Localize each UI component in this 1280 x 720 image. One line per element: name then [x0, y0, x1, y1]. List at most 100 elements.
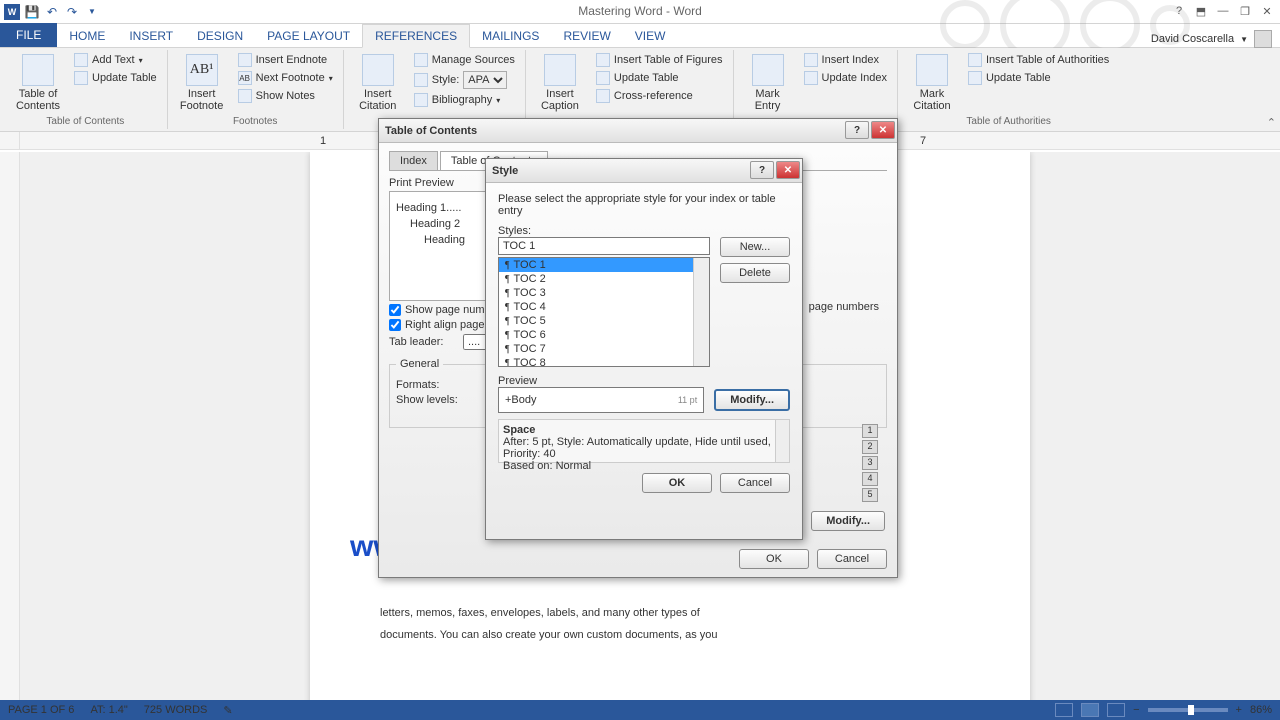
- restore-icon[interactable]: ❐: [1236, 2, 1254, 20]
- help-icon[interactable]: ?: [1170, 2, 1188, 20]
- update-toa-button[interactable]: Update Table: [964, 70, 1113, 86]
- window-controls: ? ⬒ — ❐ ✕: [1170, 2, 1276, 20]
- delete-button[interactable]: Delete: [720, 263, 790, 283]
- avatar: [1254, 30, 1272, 48]
- next-footnote-button[interactable]: ABNext Footnote ▾: [234, 70, 337, 86]
- scrollbar[interactable]: [775, 420, 789, 462]
- insert-index-button[interactable]: Insert Index: [800, 52, 891, 68]
- modify-style-button[interactable]: Modify...: [714, 389, 790, 411]
- word-count[interactable]: 725 WORDS: [144, 704, 208, 716]
- table-of-contents-button[interactable]: Table of Contents: [10, 52, 66, 114]
- vertical-ruler: [0, 152, 20, 700]
- style-dialog: Style ? ✕ Please select the appropriate …: [485, 158, 803, 540]
- citation-style-select[interactable]: Style:APA: [410, 70, 519, 90]
- tab-insert[interactable]: INSERT: [117, 25, 185, 47]
- bibliography-button[interactable]: Bibliography ▾: [410, 92, 519, 108]
- dialog-title-bar[interactable]: Table of Contents ? ✕: [379, 119, 897, 143]
- group-label: Table of Contents: [10, 114, 161, 127]
- list-item: ¶TOC 4: [499, 300, 709, 314]
- group-label: Table of Authorities: [904, 114, 1113, 127]
- collapse-ribbon-icon[interactable]: ⌃: [1267, 116, 1276, 129]
- tab-references[interactable]: REFERENCES: [362, 24, 470, 48]
- print-layout-icon[interactable]: [1081, 703, 1099, 717]
- position-indicator: AT: 1.4": [90, 704, 127, 716]
- dialog-title-bar[interactable]: Style ? ✕: [486, 159, 802, 183]
- mark-entry-button[interactable]: Mark Entry: [740, 52, 796, 114]
- insert-citation-button[interactable]: Insert Citation: [350, 52, 406, 114]
- insert-endnote-button[interactable]: Insert Endnote: [234, 52, 337, 68]
- redo-icon[interactable]: ↷: [64, 4, 80, 20]
- tab-view[interactable]: VIEW: [623, 25, 678, 47]
- undo-icon[interactable]: ↶: [44, 4, 60, 20]
- instruction-text: Please select the appropriate style for …: [498, 193, 790, 217]
- preview-font-box: +Body 11 pt: [498, 387, 704, 413]
- ok-button[interactable]: OK: [642, 473, 712, 493]
- user-account[interactable]: David Coscarella ▼: [1151, 30, 1272, 48]
- show-notes-button[interactable]: Show Notes: [234, 88, 337, 104]
- group-toc: Table of Contents Add Text ▾ Update Tabl…: [4, 50, 168, 129]
- zoom-in-icon[interactable]: +: [1236, 704, 1242, 716]
- read-mode-icon[interactable]: [1055, 703, 1073, 717]
- group-footnotes: AB¹Insert Footnote Insert Endnote ABNext…: [168, 50, 344, 129]
- tab-mailings[interactable]: MAILINGS: [470, 25, 551, 47]
- list-item: ¶TOC 5: [499, 314, 709, 328]
- status-bar: PAGE 1 OF 6 AT: 1.4" 725 WORDS ✎ − + 86%: [0, 700, 1280, 720]
- new-button[interactable]: New...: [720, 237, 790, 257]
- window-title: Mastering Word - Word: [578, 4, 702, 18]
- proofing-icon[interactable]: ✎: [223, 704, 232, 717]
- tab-file[interactable]: FILE: [0, 23, 57, 47]
- update-table-figures-button[interactable]: Update Table: [592, 70, 727, 86]
- group-label: Footnotes: [174, 114, 337, 127]
- cross-reference-button[interactable]: Cross-reference: [592, 88, 727, 104]
- page-indicator[interactable]: PAGE 1 OF 6: [8, 704, 74, 716]
- tab-design[interactable]: DESIGN: [185, 25, 255, 47]
- dialog-title: Table of Contents: [385, 125, 477, 137]
- zoom-level[interactable]: 86%: [1250, 704, 1272, 716]
- tab-index[interactable]: Index: [389, 151, 438, 170]
- ok-button[interactable]: OK: [739, 549, 809, 569]
- ribbon-tabs: FILE HOME INSERT DESIGN PAGE LAYOUT REFE…: [0, 24, 1280, 48]
- list-item: ¶TOC 1: [499, 258, 709, 272]
- modify-button[interactable]: Modify...: [811, 511, 885, 531]
- mark-citation-button[interactable]: Mark Citation: [904, 52, 960, 114]
- list-item: ¶TOC 2: [499, 272, 709, 286]
- style-name-input[interactable]: [498, 237, 710, 255]
- styles-label: Styles:: [498, 225, 790, 237]
- insert-toa-button[interactable]: Insert Table of Authorities: [964, 52, 1113, 68]
- update-table-button[interactable]: Update Table: [70, 70, 161, 86]
- insert-footnote-button[interactable]: AB¹Insert Footnote: [174, 52, 230, 114]
- insert-table-of-figures-button[interactable]: Insert Table of Figures: [592, 52, 727, 68]
- list-item: ¶TOC 6: [499, 328, 709, 342]
- dialog-close-icon[interactable]: ✕: [776, 161, 800, 179]
- qat-dropdown-icon[interactable]: ▼: [84, 4, 100, 20]
- user-name: David Coscarella: [1151, 33, 1234, 45]
- zoom-out-icon[interactable]: −: [1133, 704, 1139, 716]
- tab-page-layout[interactable]: PAGE LAYOUT: [255, 25, 362, 47]
- dialog-close-icon[interactable]: ✕: [871, 121, 895, 139]
- style-list[interactable]: ¶TOC 1 ¶TOC 2 ¶TOC 3 ¶TOC 4 ¶TOC 5 ¶TOC …: [498, 257, 710, 367]
- web-layout-icon[interactable]: [1107, 703, 1125, 717]
- dialog-help-icon[interactable]: ?: [845, 121, 869, 139]
- tab-review[interactable]: REVIEW: [551, 25, 622, 47]
- save-icon[interactable]: 💾: [24, 4, 40, 20]
- scrollbar[interactable]: [693, 258, 709, 366]
- cancel-button[interactable]: Cancel: [720, 473, 790, 493]
- level-indicators: page numbers 12345: [809, 301, 879, 503]
- minimize-icon[interactable]: —: [1214, 2, 1232, 20]
- add-text-button[interactable]: Add Text ▾: [70, 52, 161, 68]
- cancel-button[interactable]: Cancel: [817, 549, 887, 569]
- close-icon[interactable]: ✕: [1258, 2, 1276, 20]
- ribbon-display-icon[interactable]: ⬒: [1192, 2, 1210, 20]
- list-item: ¶TOC 7: [499, 342, 709, 356]
- insert-caption-button[interactable]: Insert Caption: [532, 52, 588, 114]
- dialog-title: Style: [492, 165, 518, 177]
- style-description: SpaceAfter: 5 pt, Style: Automatically u…: [498, 419, 790, 463]
- list-item: ¶TOC 3: [499, 286, 709, 300]
- manage-sources-button[interactable]: Manage Sources: [410, 52, 519, 68]
- zoom-slider[interactable]: [1148, 708, 1228, 712]
- dialog-help-icon[interactable]: ?: [750, 161, 774, 179]
- chevron-down-icon: ▼: [1240, 35, 1248, 44]
- tab-home[interactable]: HOME: [57, 25, 117, 47]
- update-index-button[interactable]: Update Index: [800, 70, 891, 86]
- preview-label: Preview: [498, 375, 790, 387]
